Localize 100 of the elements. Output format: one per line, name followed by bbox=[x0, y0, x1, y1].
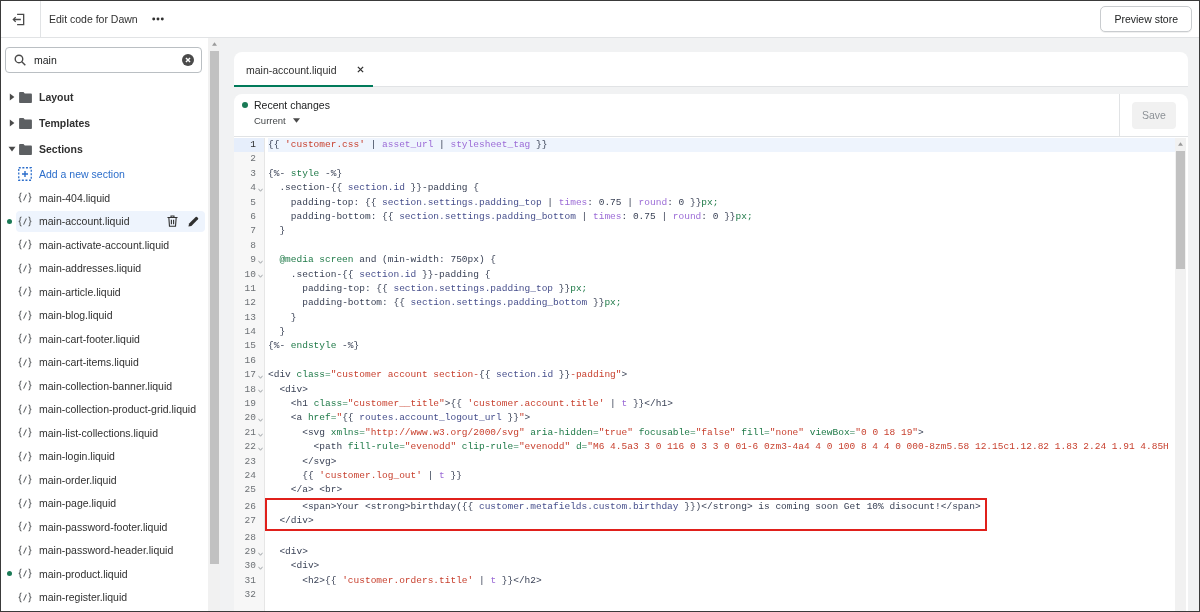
close-icon[interactable] bbox=[357, 66, 364, 73]
code-braces-icon bbox=[18, 286, 32, 298]
file-item[interactable]: main-login.liquid bbox=[16, 445, 205, 467]
code-line: padding-bottom: {{ section.settings.padding_bottom | times: 0.75 | round: 0 }}px; bbox=[290, 210, 753, 222]
file-item[interactable]: main-activate-account.liquid bbox=[16, 234, 205, 256]
line-number: 28 bbox=[243, 530, 257, 545]
line-number: 24 bbox=[243, 469, 257, 483]
code-braces-icon bbox=[18, 380, 32, 392]
chevron-down-icon[interactable] bbox=[258, 259, 263, 264]
code-braces-icon bbox=[18, 544, 32, 556]
scrollbar[interactable] bbox=[1175, 138, 1186, 611]
trash-icon[interactable] bbox=[167, 215, 178, 228]
chevron-down-icon[interactable] bbox=[258, 374, 263, 379]
code-line: } bbox=[279, 326, 286, 338]
folder-item[interactable]: Layout bbox=[1, 84, 208, 110]
line-number: 10 bbox=[243, 267, 257, 282]
code-braces-icon bbox=[18, 450, 32, 462]
preview-store-button[interactable]: Preview store bbox=[1100, 6, 1192, 32]
code-braces-icon bbox=[18, 262, 32, 274]
file-item[interactable]: main-404.liquid bbox=[16, 187, 205, 209]
code-braces-icon bbox=[18, 192, 32, 204]
search-field[interactable]: main bbox=[5, 47, 202, 73]
code-braces-icon bbox=[18, 521, 32, 533]
file-item[interactable]: main-cart-items.liquid bbox=[16, 351, 205, 373]
add-section-link[interactable]: Add a new section bbox=[18, 162, 204, 186]
line-number: 23 bbox=[243, 454, 257, 469]
line-number: 17 bbox=[243, 368, 257, 383]
file-item[interactable]: main-blog.liquid bbox=[16, 304, 205, 326]
file-item[interactable]: main-article.liquid bbox=[16, 281, 205, 303]
file-item[interactable]: main-page.liquid bbox=[16, 492, 205, 514]
line-number: 18 bbox=[243, 382, 257, 397]
line-number: 8 bbox=[249, 238, 257, 253]
line-number: 16 bbox=[243, 353, 257, 368]
more-icon bbox=[151, 17, 164, 21]
file-item[interactable]: main-register.liquid bbox=[16, 586, 205, 608]
pencil-icon[interactable] bbox=[188, 215, 199, 227]
line-number: 12 bbox=[243, 296, 257, 311]
line-number: 6 bbox=[249, 209, 257, 224]
file-item[interactable]: main-password-footer.liquid bbox=[16, 516, 205, 538]
code-line: <svg xmlns="http://www.w3.org/2000/svg" aria-hidden="true" focusable="false" fill="none" viewBox="0 0 18 19"> bbox=[302, 426, 924, 438]
file-item[interactable]: main-list-collections.liquid bbox=[16, 422, 205, 444]
file-item[interactable]: main-addresses.liquid bbox=[16, 257, 205, 279]
code-line: </div> bbox=[279, 515, 314, 527]
folder-item[interactable]: Sections bbox=[1, 136, 208, 162]
code-line: padding-bottom: {{ section.settings.padding_bottom }}px; bbox=[302, 297, 622, 309]
code-braces-icon bbox=[18, 215, 32, 227]
file-item[interactable]: main-product.liquid bbox=[16, 563, 205, 585]
chevron-down-icon[interactable] bbox=[258, 551, 263, 556]
chevron-down-icon[interactable] bbox=[258, 389, 263, 394]
file-item[interactable]: main-order.liquid bbox=[16, 469, 205, 491]
line-number: 1 bbox=[234, 138, 264, 153]
code-braces-icon bbox=[18, 474, 32, 486]
code-braces-icon bbox=[18, 403, 32, 415]
file-item[interactable]: main-cart-footer.liquid bbox=[16, 328, 205, 350]
chevron-down-icon[interactable] bbox=[258, 187, 263, 192]
line-number: 20 bbox=[243, 411, 257, 426]
line-number: 3 bbox=[249, 166, 257, 181]
editor-title: Edit code for Dawn bbox=[49, 13, 138, 25]
line-number: 2 bbox=[249, 152, 257, 167]
code-line: .section-{{ section.id }}-padding { bbox=[279, 182, 479, 194]
chevron-down-icon[interactable] bbox=[258, 446, 263, 451]
scrollbar-thumb[interactable] bbox=[209, 51, 219, 564]
code-braces-icon bbox=[18, 427, 32, 439]
scroll-up-icon[interactable] bbox=[1178, 142, 1183, 146]
code-line: <span>Your <strong>birthday({{ customer.metafields.custom.birthday }})</strong> is coming soon Get 10% disocunt!</span> bbox=[302, 500, 981, 512]
code-line: @media screen and (min-width: 750px) { bbox=[279, 254, 497, 266]
version-dropdown[interactable]: Current bbox=[254, 115, 300, 126]
code-braces-icon bbox=[18, 239, 32, 251]
scrollbar-thumb[interactable] bbox=[1176, 151, 1185, 269]
chevron-down-icon[interactable] bbox=[258, 274, 263, 279]
line-number: 22 bbox=[243, 440, 257, 455]
folder-icon bbox=[19, 91, 32, 103]
code-line: .section-{{ section.id }}-padding { bbox=[290, 268, 491, 280]
code-line: {{ 'customer.log_out' | t }} bbox=[302, 470, 462, 481]
line-number: 9 bbox=[249, 253, 257, 268]
chevron-down-icon[interactable] bbox=[258, 566, 263, 570]
code-braces-icon bbox=[18, 591, 32, 603]
search-icon bbox=[14, 54, 26, 66]
code-line: <h2>{{ 'customer.orders.title' | t }}</h2> bbox=[302, 574, 542, 586]
file-item[interactable]: main-collection-product-grid.liquid bbox=[16, 398, 205, 420]
line-number: 19 bbox=[243, 397, 257, 412]
code-line: <div class="customer account section-{{ section.id }}-padding"> bbox=[268, 369, 628, 381]
file-item[interactable]: main-account.liquid bbox=[16, 210, 205, 232]
file-tab[interactable]: main-account.liquid bbox=[234, 52, 373, 87]
code-line: padding-top: {{ section.settings.padding_top | times: 0.75 | round: 0 }}px; bbox=[290, 196, 719, 208]
line-number: 26 bbox=[243, 499, 257, 514]
clear-icon[interactable] bbox=[182, 54, 194, 66]
exit-icon bbox=[10, 11, 26, 27]
file-item[interactable]: main-password-header.liquid bbox=[16, 539, 205, 561]
file-item[interactable]: main-collection-banner.liquid bbox=[16, 375, 205, 397]
chevron-down-icon[interactable] bbox=[258, 432, 263, 437]
line-number: 25 bbox=[243, 483, 257, 498]
scrollbar[interactable] bbox=[208, 38, 220, 611]
line-number: 4 bbox=[249, 181, 257, 196]
code-line: {{ 'customer.css' | asset_url | stylesheet_tag }} bbox=[268, 139, 548, 150]
line-number: 7 bbox=[249, 224, 257, 239]
folder-item[interactable]: Templates bbox=[1, 110, 208, 136]
scroll-up-icon[interactable] bbox=[211, 42, 217, 46]
code-line: <a href="{{ routes.account_logout_url }}"> bbox=[290, 412, 531, 424]
chevron-down-icon[interactable] bbox=[258, 418, 263, 423]
